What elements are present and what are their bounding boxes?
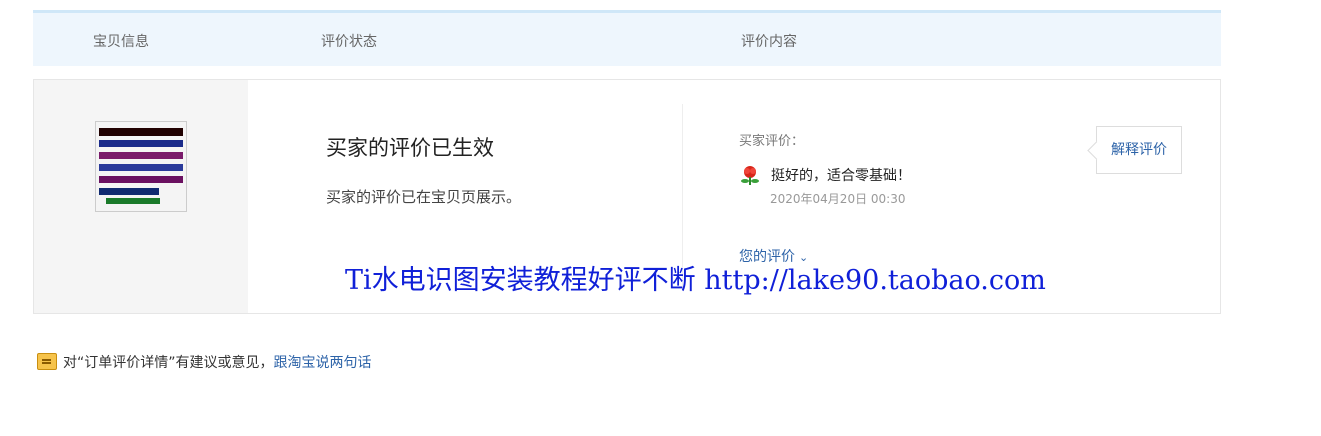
review-status-title: 买家的评价已生效 xyxy=(326,136,494,160)
review-date: 2020年04月20日 00:30 xyxy=(770,192,906,206)
feedback-icon xyxy=(37,353,57,370)
promo-watermark-text: Ti水电识图安装教程好评不断 http://lake90.taobao.com xyxy=(345,265,1046,296)
buyer-review-label: 买家评价： xyxy=(739,134,805,149)
rose-icon xyxy=(741,166,759,185)
item-info-column xyxy=(34,80,248,313)
review-status-description: 买家的评价已在宝贝页展示。 xyxy=(326,188,522,206)
feedback-row: 对“订单评价详情”有建议或意见，跟淘宝说两句话 xyxy=(37,352,372,372)
item-thumbnail[interactable] xyxy=(95,121,187,212)
buyer-review-comment: 挺好的，适合零基础！ xyxy=(771,168,911,184)
explain-review-button[interactable]: 解释评价 xyxy=(1096,126,1182,174)
header-review-status: 评价状态 xyxy=(321,34,377,50)
header-item-info: 宝贝信息 xyxy=(93,34,149,50)
feedback-link[interactable]: 跟淘宝说两句话 xyxy=(274,355,372,371)
feedback-text: 对“订单评价详情”有建议或意见， xyxy=(63,355,274,371)
header-review-content: 评价内容 xyxy=(741,34,797,50)
table-header: 宝贝信息 评价状态 评价内容 xyxy=(33,10,1221,66)
item-thumbnail-image xyxy=(96,122,186,211)
